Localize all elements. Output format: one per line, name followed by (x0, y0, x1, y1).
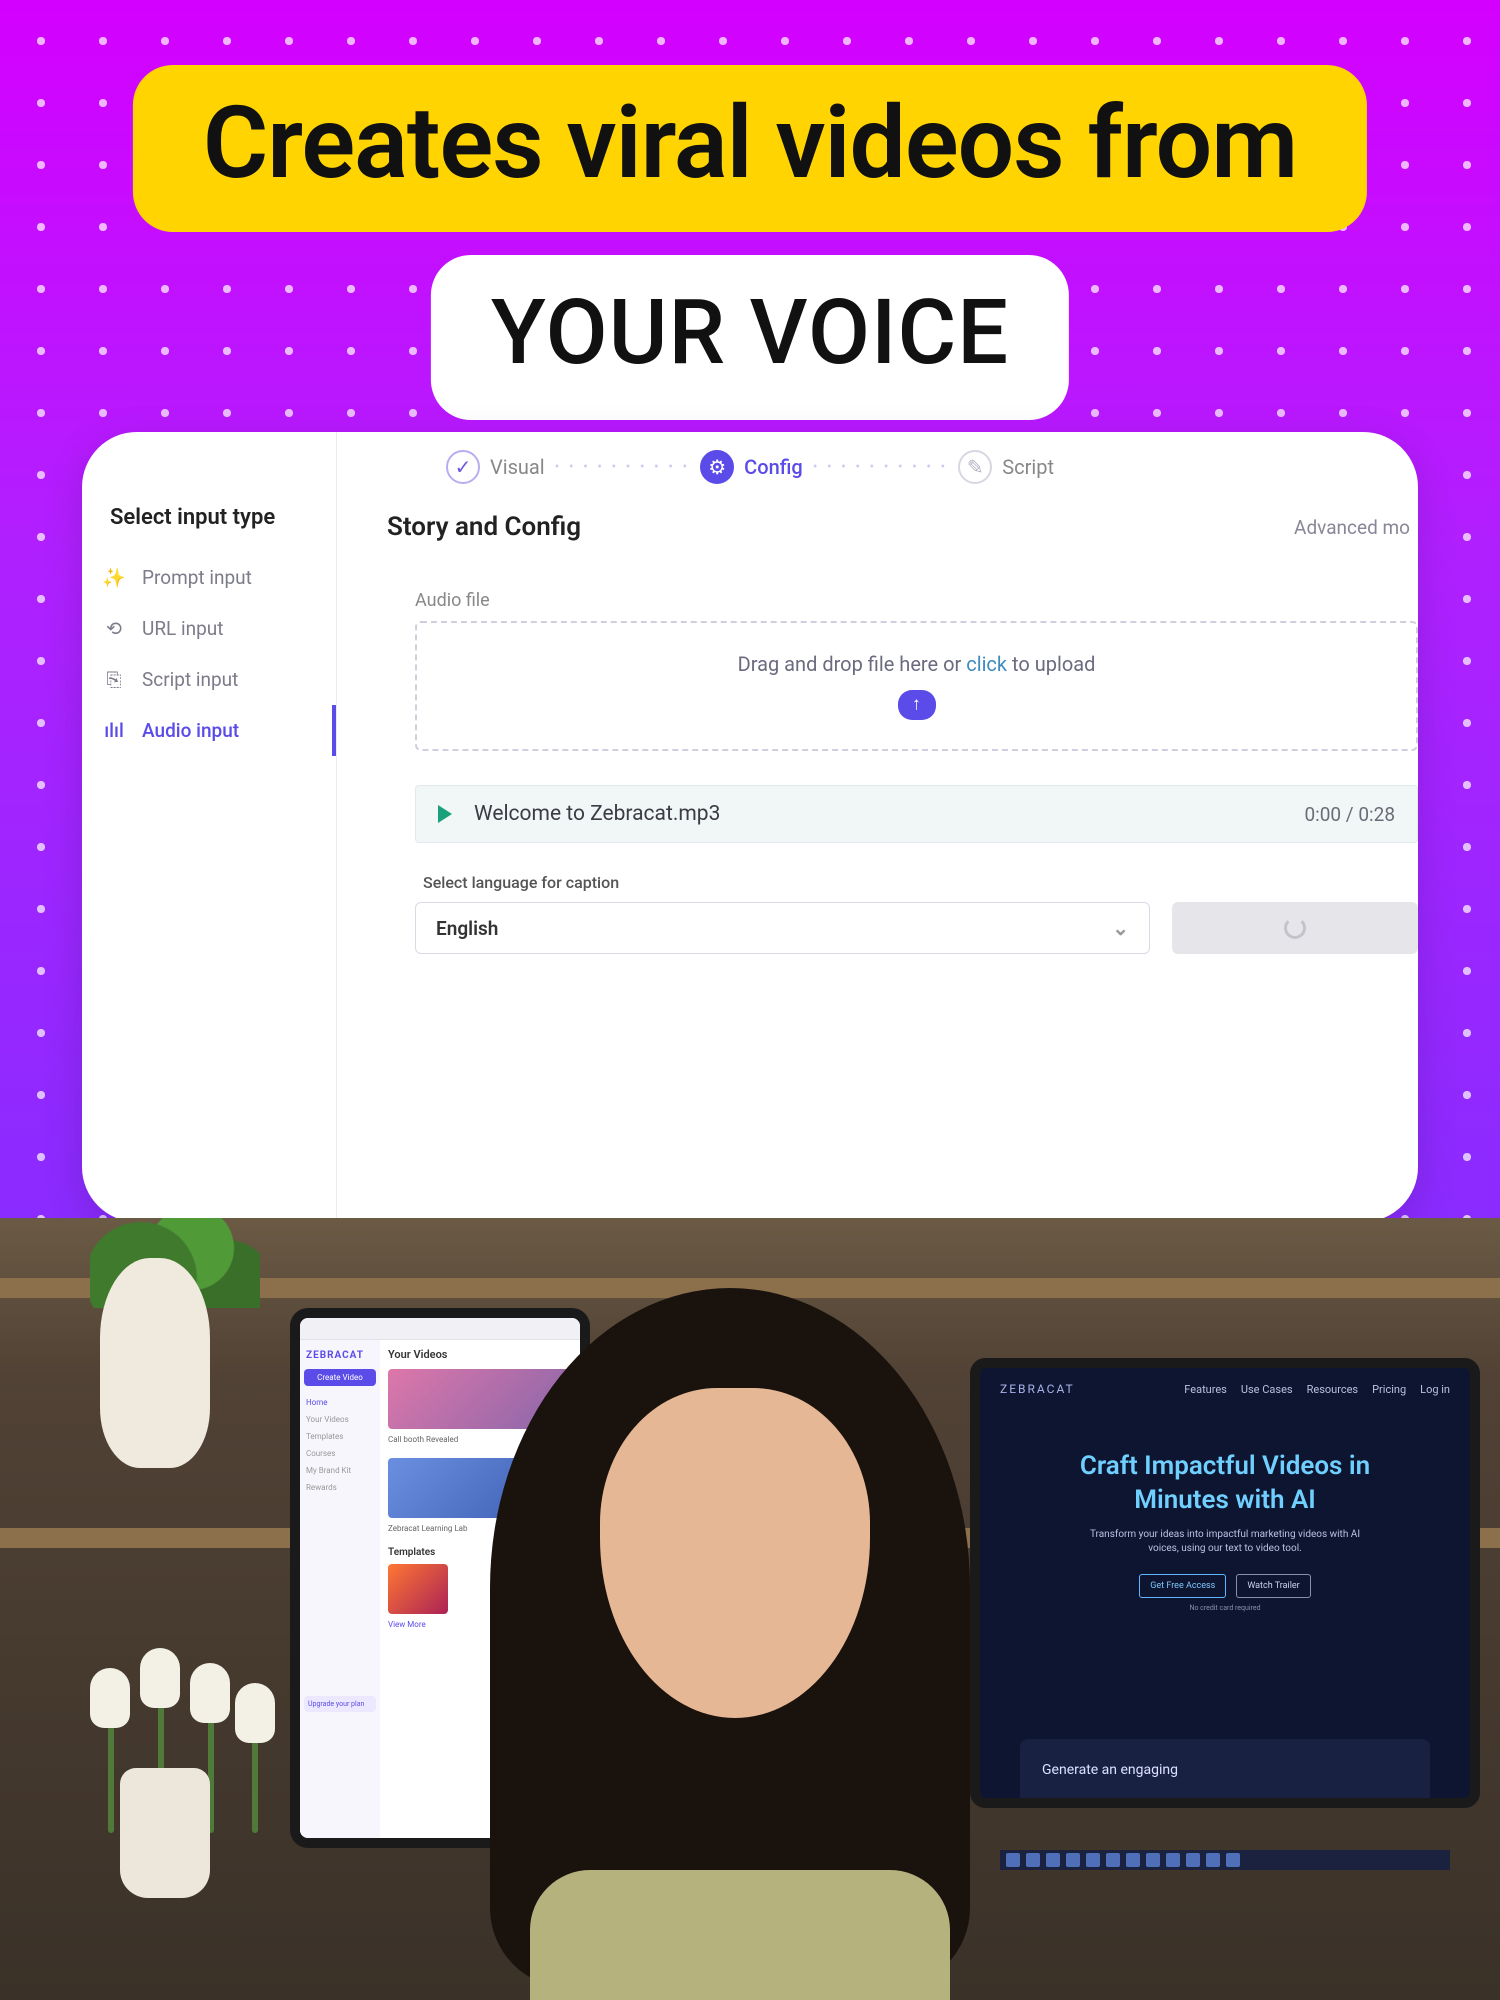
script-icon: ⎘ (102, 668, 126, 691)
nav-item[interactable]: Home (304, 1394, 376, 1411)
link-icon: ⟲ (102, 617, 126, 640)
sidebar-item-url[interactable]: ⟲ URL input (82, 603, 336, 654)
hero-footnote: No credit card required (980, 1604, 1470, 1612)
app-sidebar: ZEBRACAT Create Video Home Your Videos T… (300, 1340, 380, 1838)
nav-link[interactable]: Pricing (1372, 1383, 1406, 1396)
windows-taskbar (1000, 1850, 1450, 1870)
nav-item[interactable]: Templates (304, 1428, 376, 1445)
tulips (60, 1638, 280, 1898)
main-panel: Story and Config Advanced mo Audio file … (337, 432, 1418, 1218)
chevron-down-icon: ⌄ (1112, 916, 1129, 940)
nav-link[interactable]: Resources (1307, 1383, 1359, 1396)
generate-button[interactable] (1172, 902, 1418, 954)
language-select[interactable]: English ⌄ (415, 902, 1150, 954)
sidebar-item-audio[interactable]: ılıl Audio input (82, 705, 336, 756)
language-value: English (436, 917, 498, 940)
nav-item[interactable]: Courses (304, 1445, 376, 1462)
sidebar-item-label: Audio input (142, 719, 239, 742)
nav-link[interactable]: Use Cases (1241, 1383, 1293, 1396)
play-icon[interactable] (438, 805, 452, 823)
get-access-button[interactable]: Get Free Access (1139, 1574, 1226, 1598)
promo-upper: Creates viral videos from YOUR VOICE ✓ V… (0, 0, 1500, 1218)
sidebar-title: Select input type (82, 487, 336, 552)
watch-trailer-button[interactable]: Watch Trailer (1236, 1574, 1310, 1598)
dropzone-text: Drag and drop file here or click to uplo… (738, 652, 1096, 676)
create-video-button[interactable]: Create Video (304, 1369, 376, 1386)
cloud-upload-icon (898, 690, 936, 720)
upgrade-banner[interactable]: Upgrade your plan (304, 1696, 376, 1712)
click-upload-link[interactable]: click (966, 652, 1007, 676)
audio-file-label: Audio file (415, 590, 1418, 611)
sidebar-item-script[interactable]: ⎘ Script input (82, 654, 336, 705)
headline-line-1: Creates viral videos from (133, 65, 1367, 232)
audio-dropzone[interactable]: Drag and drop file here or click to uplo… (415, 621, 1418, 751)
uploaded-file-row: Welcome to Zebracat.mp3 0:00 / 0:28 (415, 785, 1418, 843)
presenter (420, 1218, 1040, 2000)
hero-sub: Transform your ideas into impactful mark… (1085, 1528, 1365, 1556)
nav-item[interactable]: Your Videos (304, 1411, 376, 1428)
input-type-sidebar: Select input type ✨ Prompt input ⟲ URL i… (82, 432, 337, 1218)
wand-icon: ✨ (102, 566, 126, 589)
audio-wave-icon: ılıl (102, 719, 126, 742)
brand-logo: ZEBRACAT (304, 1346, 376, 1369)
app-card: ✓ Visual • • • • • • • • • • ⚙ Config • … (82, 432, 1418, 1218)
sidebar-item-label: Prompt input (142, 566, 252, 589)
hero-headline: Craft Impactful Videos in Minutes with A… (980, 1450, 1470, 1518)
right-monitor: ZEBRACAT Features Use Cases Resources Pr… (980, 1368, 1470, 1798)
advanced-mode-toggle[interactable]: Advanced mo (1294, 516, 1418, 539)
sidebar-item-label: Script input (142, 668, 238, 691)
nav-link[interactable]: Features (1184, 1383, 1227, 1396)
generate-placeholder: Generate an engaging (1042, 1762, 1178, 1778)
vase (100, 1258, 210, 1468)
file-name: Welcome to Zebracat.mp3 (474, 802, 1282, 826)
sidebar-item-prompt[interactable]: ✨ Prompt input (82, 552, 336, 603)
headline-line-2: YOUR VOICE (431, 255, 1069, 420)
nav-item[interactable]: My Brand Kit (304, 1462, 376, 1479)
file-time: 0:00 / 0:28 (1304, 803, 1395, 826)
site-topnav: ZEBRACAT Features Use Cases Resources Pr… (980, 1368, 1470, 1410)
page-title: Story and Config (387, 512, 581, 542)
presenter-scene: ZEBRACAT Create Video Home Your Videos T… (0, 1218, 1500, 2000)
spinner-icon (1284, 917, 1306, 939)
generate-box[interactable]: Generate an engaging (1020, 1739, 1430, 1798)
nav-item[interactable]: Rewards (304, 1479, 376, 1496)
nav-link[interactable]: Log in (1420, 1383, 1450, 1396)
hero: Craft Impactful Videos in Minutes with A… (980, 1450, 1470, 1612)
language-label: Select language for caption (423, 873, 1418, 892)
sidebar-item-label: URL input (142, 617, 223, 640)
